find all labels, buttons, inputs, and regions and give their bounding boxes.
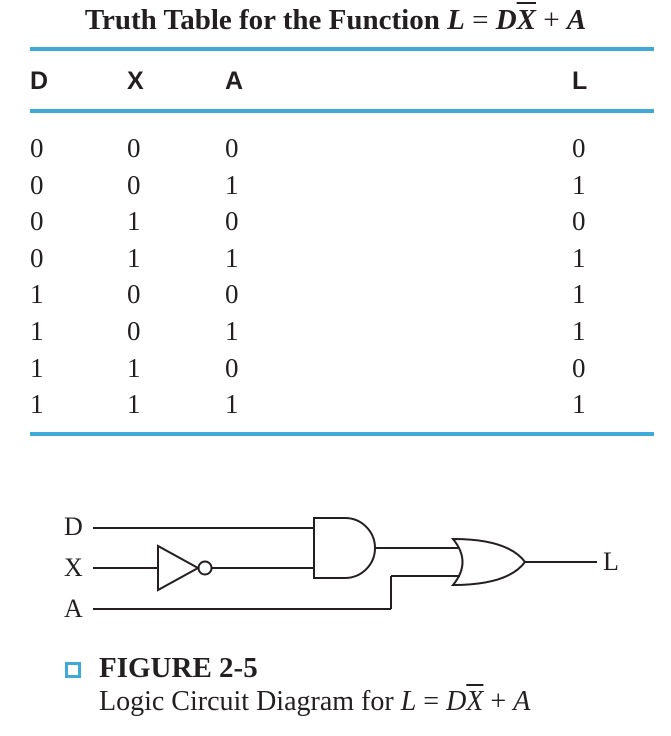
table-cell-l: 1 bbox=[572, 242, 586, 273]
table-cell-d: 0 bbox=[30, 206, 44, 237]
table-cell-d: 0 bbox=[30, 242, 44, 273]
table-cell-a: 1 bbox=[225, 316, 239, 346]
figure-caption: Logic Circuit Diagram for L = DX + A bbox=[99, 685, 530, 719]
table-cell-a: 0 bbox=[225, 133, 239, 163]
table-cell-d: 1 bbox=[30, 352, 44, 383]
caption-plus: + bbox=[483, 686, 514, 717]
caption-equals: = bbox=[416, 686, 447, 717]
table-cell-d: 0 bbox=[30, 133, 44, 163]
input-label-x: X bbox=[64, 553, 83, 582]
table-cell-x: 1 bbox=[127, 242, 141, 273]
table-cell-a: 1 bbox=[225, 169, 239, 200]
logic-circuit-diagram bbox=[93, 517, 597, 610]
title-equation: L = DX + A bbox=[447, 4, 586, 36]
header-a: A bbox=[225, 67, 244, 95]
table-cell-x: 1 bbox=[127, 206, 141, 237]
table-cell-l: 0 bbox=[572, 352, 586, 383]
table-cell-d: 0 bbox=[30, 169, 44, 200]
table-cell-x: 0 bbox=[127, 316, 141, 346]
table-cell-x: 0 bbox=[127, 279, 141, 310]
table-top-rule bbox=[30, 47, 654, 51]
figure-label: FIGURE 2-5 bbox=[99, 652, 258, 684]
figure-marker-icon bbox=[65, 662, 81, 678]
table-cell-d: 1 bbox=[30, 389, 44, 420]
not-gate-icon bbox=[157, 544, 201, 592]
table-cell-d: 1 bbox=[30, 316, 44, 346]
table-cell-l: 1 bbox=[572, 279, 586, 310]
input-label-a: A bbox=[64, 594, 83, 623]
title-plus: + bbox=[535, 4, 567, 36]
table-cell-a: 0 bbox=[225, 206, 239, 237]
table-cell-l: 1 bbox=[572, 169, 586, 200]
header-l: L bbox=[572, 67, 588, 95]
title-lhs: L bbox=[447, 4, 465, 36]
output-label-l: L bbox=[603, 547, 619, 576]
table-title: Truth Table for the Function L = DX + A bbox=[0, 2, 671, 38]
table-cell-a: 1 bbox=[225, 389, 239, 420]
caption-equation: L = DX + A bbox=[401, 686, 531, 717]
title-d: D bbox=[495, 4, 517, 36]
and-gate-icon bbox=[313, 517, 376, 579]
not-bubble-icon bbox=[197, 560, 213, 576]
table-cell-x: 0 bbox=[127, 169, 141, 200]
table-cell-l: 1 bbox=[572, 389, 586, 420]
title-prefix: Truth Table for the Function bbox=[84, 4, 448, 36]
table-cell-l: 0 bbox=[572, 206, 586, 237]
header-d: D bbox=[30, 67, 49, 95]
table-cell-a: 0 bbox=[225, 279, 239, 310]
header-x: X bbox=[127, 67, 144, 95]
caption-lhs: L bbox=[400, 686, 417, 717]
caption-prefix: Logic Circuit Diagram for bbox=[99, 686, 401, 717]
table-cell-l: 1 bbox=[572, 316, 586, 346]
table-header-rule bbox=[30, 109, 654, 113]
title-equals: = bbox=[464, 4, 496, 36]
table-cell-d: 1 bbox=[30, 279, 44, 310]
table-cell-a: 1 bbox=[225, 242, 239, 273]
title-x-bar: X bbox=[516, 4, 536, 36]
title-a: A bbox=[566, 4, 587, 36]
table-cell-x: 0 bbox=[127, 133, 141, 163]
table-cell-x: 1 bbox=[127, 389, 141, 420]
table-cell-a: 0 bbox=[225, 352, 239, 383]
input-label-d: D bbox=[64, 512, 83, 541]
caption-x-bar: X bbox=[466, 686, 484, 717]
table-cell-l: 0 bbox=[572, 133, 586, 163]
table-bottom-rule bbox=[30, 432, 654, 436]
caption-a: A bbox=[513, 686, 531, 717]
table-cell-x: 1 bbox=[127, 352, 141, 383]
or-gate-icon bbox=[450, 537, 527, 587]
caption-d: D bbox=[446, 686, 467, 717]
